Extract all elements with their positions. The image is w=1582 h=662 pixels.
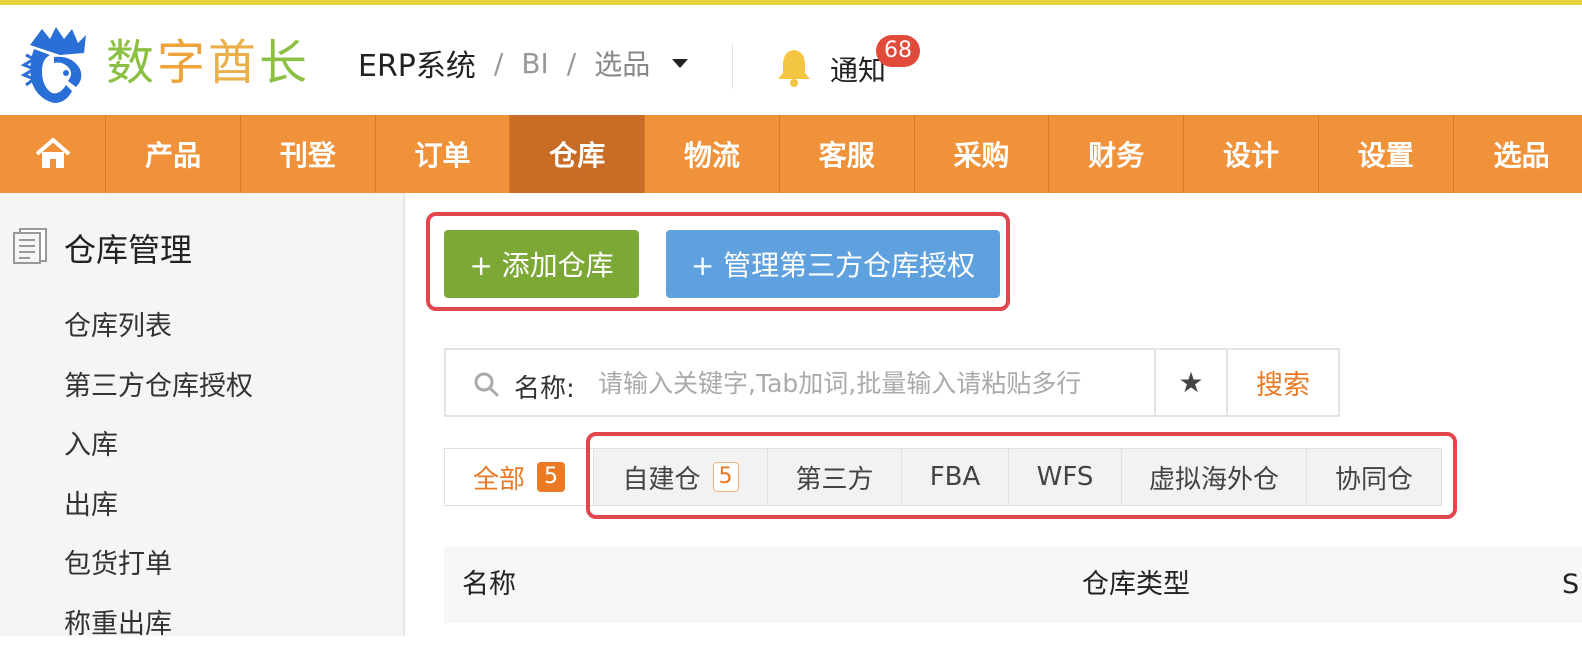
column-header-warehouse-type[interactable]: 仓库类型 xyxy=(1082,547,1190,623)
nav-item-listing[interactable]: 刊登 xyxy=(241,115,376,193)
brand-char: 长 xyxy=(259,35,310,91)
nav-item-logistics[interactable]: 物流 xyxy=(645,115,780,193)
sidebar-item-weigh-outbound[interactable]: 称重出库 xyxy=(64,603,253,662)
list-document-icon xyxy=(12,227,48,265)
sidebar-item-third-party-auth[interactable]: 第三方仓库授权 xyxy=(64,365,253,425)
header-divider xyxy=(732,43,733,89)
star-icon[interactable]: ★ xyxy=(1154,350,1226,415)
nav-item-product-selection[interactable]: 选品 xyxy=(1454,115,1582,193)
nav-item-settings[interactable]: 设置 xyxy=(1319,115,1454,193)
breadcrumb-separator: / xyxy=(494,47,503,80)
breadcrumb-current[interactable]: 选品 xyxy=(594,43,650,83)
nav-item-design[interactable]: 设计 xyxy=(1184,115,1319,193)
tab-count-badge: 5 xyxy=(537,462,565,492)
column-header-truncated[interactable]: S xyxy=(1562,547,1579,623)
home-icon xyxy=(34,137,72,171)
notification-count-badge: 68 xyxy=(876,35,920,67)
sidebar-item-warehouse-list[interactable]: 仓库列表 xyxy=(64,305,253,365)
breadcrumb: ERP系统 / BI / 选品 xyxy=(358,43,688,83)
nav-item-orders[interactable]: 订单 xyxy=(376,115,511,193)
app-header: 数字酋长 ERP系统 / BI / 选品 通知 68 xyxy=(0,5,1582,115)
search-bar: 名称: ★ 搜索 xyxy=(444,348,1340,417)
search-input[interactable] xyxy=(596,362,1150,404)
brand-name: 数字酋长 xyxy=(106,35,310,91)
tab-label: 全部 xyxy=(473,459,525,496)
nav-item-customer-service[interactable]: 客服 xyxy=(780,115,915,193)
main-nav: 产品 刊登 订单 仓库 物流 客服 采购 财务 设计 设置 选品 xyxy=(0,115,1582,193)
breadcrumb-separator: / xyxy=(567,47,576,80)
brand-char: 字 xyxy=(157,35,208,91)
breadcrumb-system[interactable]: ERP系统 xyxy=(358,41,476,85)
nav-home[interactable] xyxy=(0,115,106,193)
nav-item-purchasing[interactable]: 采购 xyxy=(915,115,1050,193)
table-header: 名称 仓库类型 S xyxy=(444,547,1582,623)
search-button[interactable]: 搜索 xyxy=(1226,350,1338,415)
highlight-box xyxy=(426,212,1010,311)
sidebar: 仓库管理 仓库列表 第三方仓库授权 入库 出库 包货打单 称重出库 xyxy=(0,193,405,636)
tab-all[interactable]: 全部 5 xyxy=(444,448,594,506)
highlight-box xyxy=(586,432,1457,519)
nav-item-warehouse[interactable]: 仓库 xyxy=(510,115,645,193)
sidebar-item-outbound[interactable]: 出库 xyxy=(64,484,253,544)
search-icon xyxy=(472,370,500,398)
sidebar-item-packing-print[interactable]: 包货打单 xyxy=(64,543,253,603)
nav-item-finance[interactable]: 财务 xyxy=(1049,115,1184,193)
search-field-label: 名称: xyxy=(514,368,575,405)
chevron-down-icon[interactable] xyxy=(672,59,688,68)
breadcrumb-section[interactable]: BI xyxy=(521,47,548,80)
sidebar-title: 仓库管理 xyxy=(64,225,192,271)
brand-char: 酋 xyxy=(208,35,259,91)
sidebar-item-inbound[interactable]: 入库 xyxy=(64,424,253,484)
chief-logo-icon[interactable] xyxy=(20,25,98,105)
column-header-name[interactable]: 名称 xyxy=(462,547,516,623)
sidebar-menu: 仓库列表 第三方仓库授权 入库 出库 包货打单 称重出库 xyxy=(64,305,253,662)
bell-icon[interactable] xyxy=(776,47,812,87)
nav-item-products[interactable]: 产品 xyxy=(106,115,241,193)
brand-char: 数 xyxy=(106,35,157,91)
